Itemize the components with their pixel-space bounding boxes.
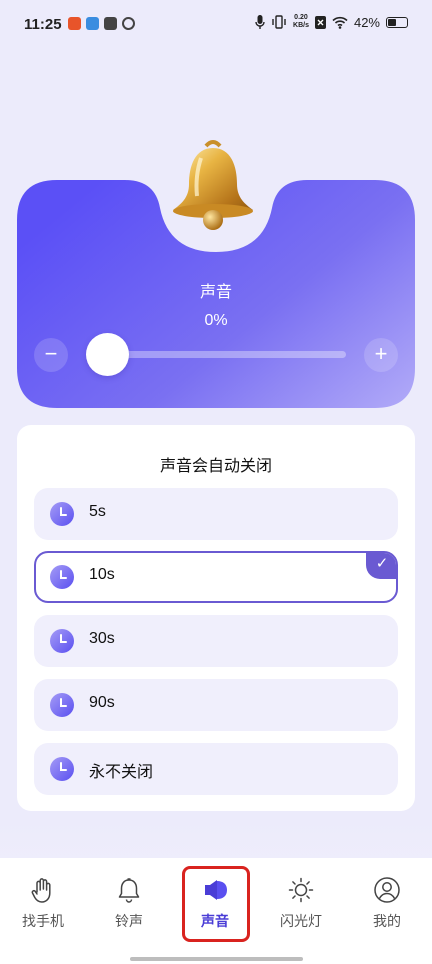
bell-outline-icon bbox=[118, 878, 140, 903]
hand-icon bbox=[31, 878, 51, 903]
option-label: 90s bbox=[89, 694, 115, 711]
option-label: 30s bbox=[89, 630, 115, 647]
link-icon bbox=[122, 17, 135, 30]
notification-icons bbox=[68, 17, 135, 30]
status-right: 0.20 KB/s 42% bbox=[255, 14, 408, 30]
volume-decrease-button[interactable]: − bbox=[34, 338, 68, 372]
nav-label: 闪光灯 bbox=[280, 913, 322, 929]
option-30s[interactable]: 30s bbox=[34, 615, 398, 667]
app-notification-icon bbox=[68, 17, 81, 30]
profile-icon bbox=[374, 877, 400, 903]
option-10s[interactable]: 10s ✓ bbox=[34, 551, 398, 603]
status-time: 11:25 bbox=[24, 16, 62, 33]
nav-label: 找手机 bbox=[22, 913, 64, 929]
option-5s[interactable]: 5s bbox=[34, 488, 398, 540]
clock-icon bbox=[50, 693, 74, 717]
option-label: 10s bbox=[89, 566, 115, 583]
speed-unit: KB/s bbox=[293, 22, 309, 29]
status-bar: 11:25 0.20 KB/s 42% bbox=[0, 0, 432, 52]
nav-item-ringtone[interactable]: 铃声 bbox=[86, 858, 172, 948]
bell-icon bbox=[173, 140, 253, 230]
battery-percent: 42% bbox=[353, 14, 380, 30]
option-label: 永不关闭 bbox=[89, 764, 154, 781]
sim-off-icon bbox=[314, 15, 326, 29]
nav-item-mine[interactable]: 我的 bbox=[344, 858, 430, 948]
nav-label: 铃声 bbox=[115, 913, 143, 929]
nav-item-find-phone[interactable]: 找手机 bbox=[0, 858, 86, 948]
speed-value: 0.20 bbox=[294, 14, 308, 21]
volume-slider-track[interactable] bbox=[96, 351, 346, 358]
network-speed: 0.20 KB/s bbox=[293, 14, 309, 30]
option-never[interactable]: 永不关闭 bbox=[34, 743, 398, 795]
active-tab-highlight bbox=[182, 866, 250, 942]
clock-icon bbox=[50, 565, 74, 589]
app-notification-icon bbox=[104, 17, 117, 30]
volume-slider-handle[interactable] bbox=[86, 333, 129, 376]
volume-increase-button[interactable]: + bbox=[364, 338, 398, 372]
clock-icon bbox=[50, 757, 74, 781]
home-indicator[interactable] bbox=[130, 957, 303, 961]
option-label: 5s bbox=[89, 503, 106, 520]
sound-title: 声音 bbox=[199, 284, 232, 301]
vibrate-icon bbox=[272, 15, 286, 29]
auto-off-title: 声音会自动关闭 bbox=[159, 458, 272, 475]
sun-icon bbox=[288, 877, 314, 903]
clock-icon bbox=[50, 502, 74, 526]
nav-label: 我的 bbox=[373, 913, 401, 929]
option-90s[interactable]: 90s bbox=[34, 679, 398, 731]
app-notification-icon bbox=[86, 17, 99, 30]
mic-icon bbox=[255, 15, 265, 29]
volume-value: 0% bbox=[204, 312, 228, 329]
clock-icon bbox=[50, 629, 74, 653]
check-icon: ✓ bbox=[366, 553, 396, 579]
nav-item-flashlight[interactable]: 闪光灯 bbox=[258, 858, 344, 948]
auto-off-panel: 声音会自动关闭 5s 10s ✓ 30s 90s 永不关闭 bbox=[17, 425, 415, 811]
battery-icon bbox=[386, 16, 408, 28]
wifi-icon bbox=[332, 16, 348, 29]
